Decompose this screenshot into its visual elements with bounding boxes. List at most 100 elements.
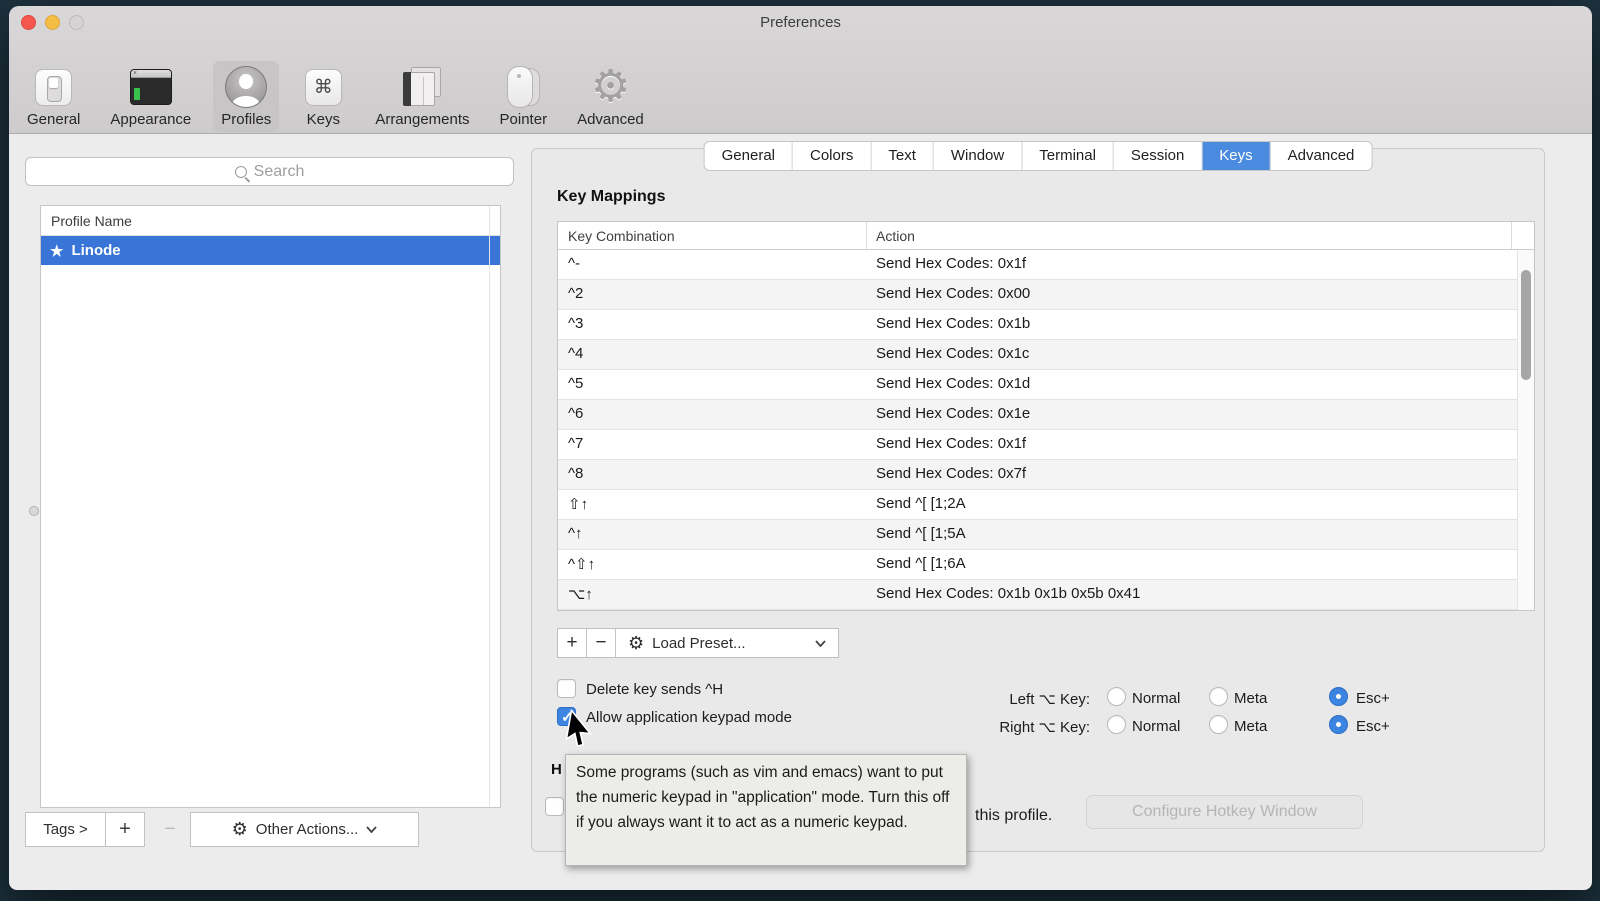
right-option-esc-radio[interactable]	[1329, 715, 1348, 734]
preferences-window: Preferences General × Appearance Profile…	[9, 6, 1592, 890]
tab-keys[interactable]: Keys	[1202, 142, 1270, 170]
keypad-mode-label: Allow application keypad mode	[586, 709, 792, 726]
radio-label: Esc+	[1356, 718, 1390, 735]
table-row[interactable]: ^6Send Hex Codes: 0x1e	[558, 400, 1534, 430]
key-mappings-table: Key Combination Action ^-Send Hex Codes:…	[557, 221, 1535, 611]
radio-label: Meta	[1234, 718, 1267, 735]
tab-session[interactable]: Session	[1114, 142, 1202, 170]
table-row[interactable]: ^⇧↑Send ^[ [1;6A	[558, 550, 1534, 580]
table-row[interactable]: ^↑Send ^[ [1;5A	[558, 520, 1534, 550]
table-row[interactable]: ^2Send Hex Codes: 0x00	[558, 280, 1534, 310]
delete-key-checkbox[interactable]	[557, 679, 576, 698]
left-option-normal-radio[interactable]	[1107, 687, 1126, 706]
chevron-down-icon	[366, 826, 377, 833]
hotkey-checkbox[interactable]	[545, 797, 564, 816]
profile-name: Linode	[71, 242, 120, 259]
other-actions-dropdown[interactable]: Other Actions...	[190, 812, 419, 847]
radio-label: Meta	[1234, 690, 1267, 707]
table-row[interactable]: ^7Send Hex Codes: 0x1f	[558, 430, 1534, 460]
gear-icon	[588, 66, 632, 108]
table-row[interactable]: ⇧↑Send ^[ [1;2A	[558, 490, 1534, 520]
profile-list-header: Profile Name	[41, 206, 500, 236]
toolbar-item-label: Profiles	[221, 111, 271, 128]
right-option-meta-radio[interactable]	[1209, 715, 1228, 734]
general-switch-icon	[32, 66, 76, 108]
toolbar-item-label: General	[27, 111, 80, 128]
left-option-esc-radio[interactable]	[1329, 687, 1348, 706]
toolbar: General × Appearance Profiles Keys Ar	[19, 42, 652, 132]
column-header-key[interactable]: Key Combination	[568, 222, 675, 250]
mouse-icon	[501, 66, 545, 108]
load-preset-label: Load Preset...	[652, 635, 807, 652]
chevron-down-icon	[815, 640, 826, 647]
delete-key-label: Delete key sends ^H	[586, 681, 723, 698]
table-body: ^-Send Hex Codes: 0x1f ^2Send Hex Codes:…	[558, 250, 1534, 610]
command-key-icon	[301, 66, 345, 108]
tags-button[interactable]: Tags >	[25, 812, 106, 847]
search-placeholder: Search	[254, 163, 305, 181]
remove-mapping-button[interactable]: −	[587, 629, 616, 657]
table-row[interactable]: ^4Send Hex Codes: 0x1c	[558, 340, 1534, 370]
toolbar-item-pointer[interactable]: Pointer	[492, 61, 556, 132]
toolbar-item-profiles[interactable]: Profiles	[213, 61, 279, 132]
toolbar-item-general[interactable]: General	[19, 61, 88, 132]
table-row[interactable]: ^5Send Hex Codes: 0x1d	[558, 370, 1534, 400]
table-row[interactable]: ^3Send Hex Codes: 0x1b	[558, 310, 1534, 340]
hotkey-heading-partial: H	[551, 761, 562, 778]
mapping-controls: + − Load Preset...	[557, 628, 839, 658]
profile-list: Profile Name ★ Linode	[40, 205, 501, 808]
hotkey-profile-text: this profile.	[975, 807, 1052, 825]
add-mapping-button[interactable]: +	[558, 629, 587, 657]
gear-icon	[628, 633, 644, 654]
toolbar-item-keys[interactable]: Keys	[293, 61, 353, 132]
toolbar-item-label: Advanced	[577, 111, 644, 128]
right-option-key-label: Right ⌥ Key:	[949, 718, 1090, 736]
profile-row-linode[interactable]: ★ Linode	[41, 236, 500, 265]
appearance-terminal-icon: ×	[129, 66, 173, 108]
toolbar-item-arrangements[interactable]: Arrangements	[367, 61, 477, 132]
windows-stack-icon	[400, 66, 444, 108]
window-title: Preferences	[9, 14, 1592, 31]
search-input[interactable]: Search	[25, 157, 514, 186]
toolbar-item-label: Keys	[307, 111, 340, 128]
pane-resize-dot[interactable]	[29, 506, 39, 516]
tab-general[interactable]: General	[705, 142, 793, 170]
toolbar-item-label: Pointer	[500, 111, 548, 128]
tab-terminal[interactable]: Terminal	[1022, 142, 1114, 170]
column-divider	[489, 206, 490, 807]
radio-label: Normal	[1132, 718, 1180, 735]
table-scrollbar[interactable]	[1517, 250, 1534, 610]
radio-label: Esc+	[1356, 690, 1390, 707]
tab-colors[interactable]: Colors	[793, 142, 871, 170]
tab-advanced[interactable]: Advanced	[1271, 142, 1372, 170]
titlebar: Preferences General × Appearance Profile…	[9, 6, 1592, 134]
remove-profile-button: −	[155, 812, 185, 847]
toolbar-item-appearance[interactable]: × Appearance	[102, 61, 199, 132]
gear-icon	[232, 819, 248, 840]
column-divider	[866, 222, 867, 249]
keypad-mode-tooltip: Some programs (such as vim and emacs) wa…	[565, 754, 967, 866]
radio-label: Normal	[1132, 690, 1180, 707]
column-divider	[1511, 222, 1512, 249]
profile-tabs: General Colors Text Window Terminal Sess…	[704, 141, 1373, 171]
star-icon: ★	[50, 242, 63, 260]
table-header: Key Combination Action	[558, 222, 1534, 250]
table-row[interactable]: ^8Send Hex Codes: 0x7f	[558, 460, 1534, 490]
add-profile-button[interactable]: +	[105, 812, 145, 847]
profiles-person-icon	[224, 66, 268, 108]
left-option-meta-radio[interactable]	[1209, 687, 1228, 706]
search-icon	[235, 166, 247, 178]
table-row[interactable]: ⌥↑Send Hex Codes: 0x1b 0x1b 0x5b 0x41	[558, 580, 1534, 610]
tab-window[interactable]: Window	[934, 142, 1022, 170]
toolbar-item-advanced[interactable]: Advanced	[569, 61, 652, 132]
configure-hotkey-window-button: Configure Hotkey Window	[1086, 795, 1363, 829]
column-header-action[interactable]: Action	[876, 222, 915, 250]
load-preset-dropdown[interactable]: Load Preset...	[616, 629, 838, 657]
table-row[interactable]: ^-Send Hex Codes: 0x1f	[558, 250, 1534, 280]
scrollbar-thumb[interactable]	[1521, 270, 1531, 380]
other-actions-label: Other Actions...	[256, 821, 359, 838]
right-option-normal-radio[interactable]	[1107, 715, 1126, 734]
tab-text[interactable]: Text	[871, 142, 934, 170]
key-mappings-heading: Key Mappings	[557, 188, 665, 206]
left-option-key-label: Left ⌥ Key:	[949, 690, 1090, 708]
